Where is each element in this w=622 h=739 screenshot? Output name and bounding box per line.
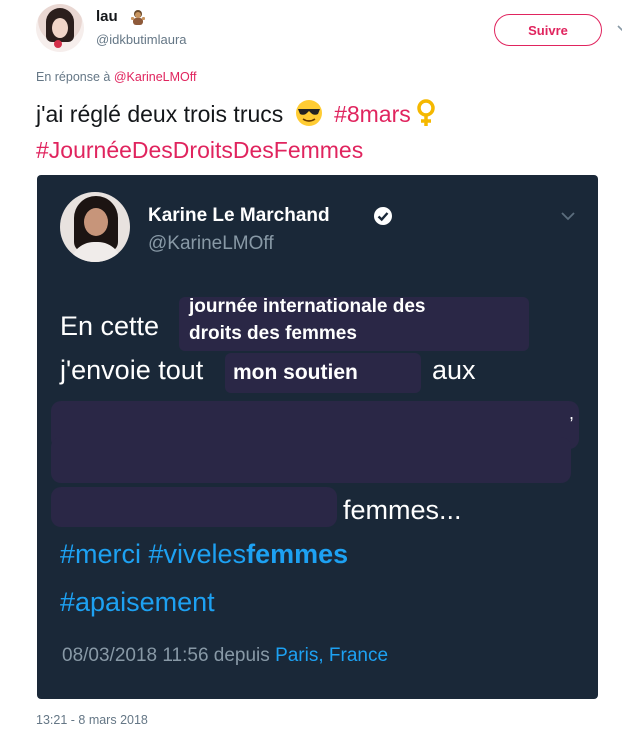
embedded-text-line2: j'envoie tout xyxy=(60,355,204,385)
overlay-text-journee: journée internationale des droits des fe… xyxy=(189,293,426,347)
chevron-down-icon[interactable] xyxy=(616,22,622,34)
hashtag-vivele-prefix: #viveles xyxy=(148,539,247,569)
tweet-text: j'ai réglé deux trois trucs #8mars #Jour… xyxy=(36,96,596,168)
embedded-hashtags-1: #merci #vivelesfemmes xyxy=(60,539,348,570)
embedded-text-line1: En cette xyxy=(60,311,160,341)
reply-mention-link[interactable]: @KarineLMOff xyxy=(114,70,197,84)
tweet-header: lau @idkbutimlaura Suivre xyxy=(36,4,622,54)
embedded-text-femmes: femmes... xyxy=(343,495,462,525)
tweet-image[interactable]: Karine Le Marchand @KarineLMOff En cette… xyxy=(37,175,598,699)
embedded-text-aux: aux xyxy=(432,355,476,385)
embedded-place: Paris, France xyxy=(275,645,389,666)
chevron-down-icon xyxy=(561,212,575,221)
female-sign-icon xyxy=(417,99,435,126)
overlay-line-2: droits des femmes xyxy=(189,323,357,344)
verified-icon xyxy=(374,207,392,225)
embedded-date-line: 08/03/2018 11:56 depuis Paris, France xyxy=(62,645,388,667)
hashtag-vivele-bold: femmes xyxy=(246,539,349,569)
reply-prefix: En réponse à xyxy=(36,70,111,84)
overlay-text-soutien: mon soutien xyxy=(233,361,358,384)
hashtag-merci: #merci xyxy=(60,539,142,569)
overlay-line-1: journée internationale des xyxy=(189,296,426,317)
smiling-face-with-sunglasses-icon xyxy=(295,100,322,126)
avatar[interactable] xyxy=(36,4,84,52)
hashtag-journee[interactable]: #JournéeDesDroitsDesFemmes xyxy=(36,137,363,163)
embedded-author-handle: @KarineLMOff xyxy=(148,233,274,254)
hashtag-8mars[interactable]: #8mars xyxy=(334,101,411,127)
reply-context: En réponse à @KarineLMOff xyxy=(36,70,196,84)
embedded-avatar xyxy=(60,192,130,262)
author-handle[interactable]: @idkbutimlaura xyxy=(96,32,187,47)
scribble-overlay xyxy=(51,437,571,483)
embedded-author-name: Karine Le Marchand xyxy=(148,205,330,226)
tweet-timestamp[interactable]: 13:21 - 8 mars 2018 xyxy=(36,713,148,727)
scribble-overlay xyxy=(51,487,337,527)
embedded-text-comma: , xyxy=(569,403,575,423)
author-name[interactable]: lau xyxy=(96,8,118,25)
hashtag-apaisement: #apaisement xyxy=(60,587,215,617)
person-gesturing-icon xyxy=(131,10,145,25)
embedded-date: 08/03/2018 11:56 depuis xyxy=(62,645,270,666)
follow-button[interactable]: Suivre xyxy=(494,14,602,46)
tweet-body: j'ai réglé deux trois trucs xyxy=(36,101,284,127)
